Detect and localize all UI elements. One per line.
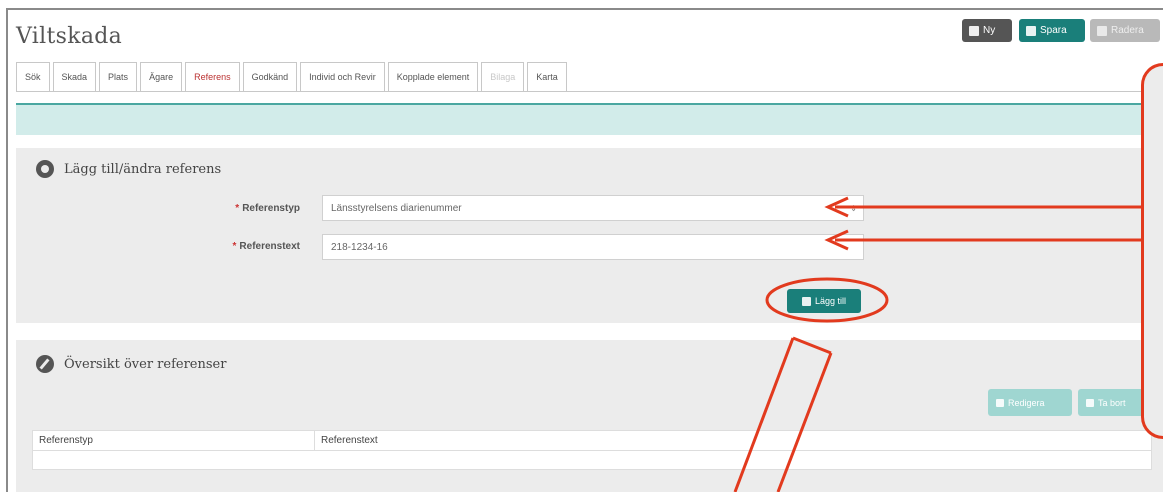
chevron-down-icon: ⇕ bbox=[850, 203, 857, 213]
add-reference-button[interactable]: Lägg till bbox=[787, 289, 861, 313]
save-icon bbox=[1026, 25, 1036, 36]
tab-godkand[interactable]: Godkänd bbox=[242, 62, 298, 91]
column-reference-type[interactable]: Referenstyp bbox=[33, 431, 315, 450]
tab-divider bbox=[16, 91, 1163, 92]
add-reference-label: Lägg till bbox=[814, 296, 847, 306]
remove-button-label: Ta bort bbox=[1098, 397, 1126, 408]
new-button[interactable]: Ny bbox=[962, 19, 1012, 42]
info-bar bbox=[16, 103, 1163, 135]
tab-bar: Sök Skada Plats Ägare Referens Godkänd I… bbox=[16, 62, 570, 91]
reference-text-value: 218-1234-16 bbox=[331, 241, 388, 253]
table-header: Referenstyp Referenstext bbox=[33, 431, 1151, 451]
tab-bilaga: Bilaga bbox=[481, 62, 525, 91]
tab-sok[interactable]: Sök bbox=[16, 62, 50, 91]
tab-karta[interactable]: Karta bbox=[527, 62, 567, 91]
tab-skada[interactable]: Skada bbox=[52, 62, 97, 91]
add-icon bbox=[801, 296, 811, 306]
save-button-label: Spara bbox=[1040, 25, 1067, 36]
required-marker: * bbox=[235, 203, 240, 214]
edit-button-label: Redigera bbox=[1008, 397, 1045, 408]
save-button[interactable]: Spara bbox=[1019, 19, 1085, 42]
reference-overview-title: Översikt över referenser bbox=[64, 356, 227, 372]
remove-icon bbox=[1086, 398, 1094, 407]
gear-icon bbox=[36, 160, 54, 178]
reference-type-label: * Referenstyp bbox=[140, 203, 300, 214]
reference-type-select[interactable]: Länsstyrelsens diarienummer ⇕ bbox=[322, 195, 864, 221]
tab-agare[interactable]: Ägare bbox=[140, 62, 183, 91]
add-reference-header: Lägg till/ändra referens bbox=[36, 160, 221, 178]
tab-kopplade-element[interactable]: Kopplade element bbox=[387, 62, 479, 91]
references-table: Referenstyp Referenstext bbox=[32, 430, 1152, 470]
tab-referens[interactable]: Referens bbox=[185, 62, 240, 91]
edit-icon bbox=[996, 398, 1004, 407]
edit-button[interactable]: Redigera bbox=[988, 389, 1072, 416]
annotation-callout-box bbox=[1141, 63, 1163, 439]
column-reference-text[interactable]: Referenstext bbox=[315, 431, 384, 450]
reference-overview-header: Översikt över referenser bbox=[36, 355, 226, 373]
page-title: Viltskada bbox=[16, 24, 123, 49]
add-reference-title: Lägg till/ändra referens bbox=[64, 161, 222, 177]
tab-plats[interactable]: Plats bbox=[99, 62, 138, 91]
pencil-icon bbox=[36, 355, 54, 373]
new-button-label: Ny bbox=[983, 25, 996, 36]
reference-type-value: Länsstyrelsens diarienummer bbox=[331, 202, 462, 214]
new-icon bbox=[969, 25, 979, 36]
delete-button[interactable]: Radera bbox=[1090, 19, 1160, 42]
tab-individ-och-revir[interactable]: Individ och Revir bbox=[300, 62, 385, 91]
reference-text-label: * Referenstext bbox=[140, 241, 301, 252]
delete-button-label: Radera bbox=[1111, 25, 1144, 36]
reference-text-input[interactable]: 218-1234-16 bbox=[322, 234, 864, 260]
reference-text-label-text: Referenstext bbox=[239, 241, 300, 252]
delete-icon bbox=[1097, 25, 1107, 36]
reference-type-label-text: Referenstyp bbox=[242, 203, 300, 214]
required-marker: * bbox=[232, 241, 237, 252]
